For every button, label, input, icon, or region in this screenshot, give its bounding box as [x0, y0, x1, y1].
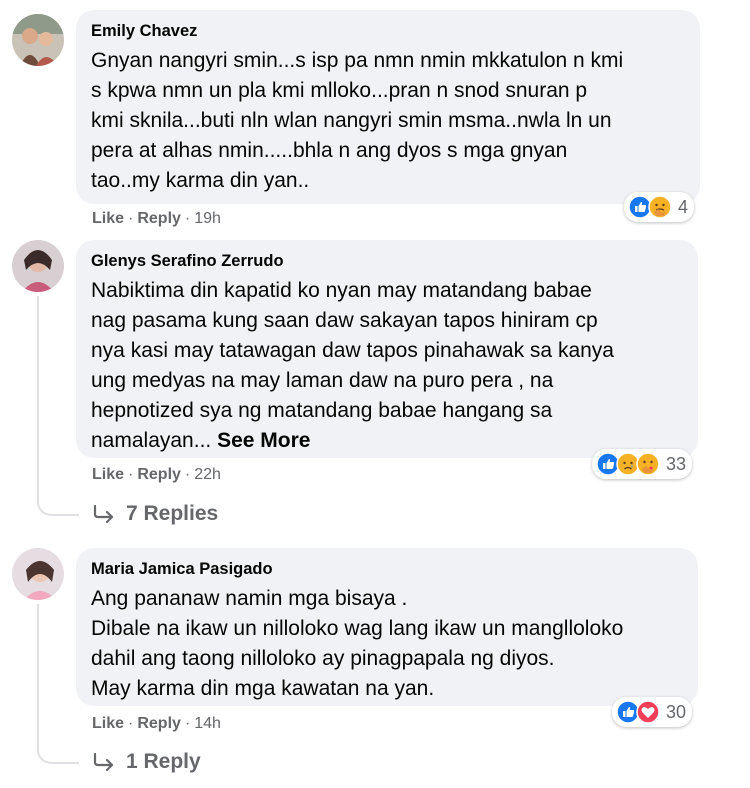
view-replies-button[interactable]: 1 Reply [92, 750, 201, 774]
reply-arrow-icon [93, 752, 114, 772]
avatar[interactable] [12, 240, 64, 292]
reaction-count: 33 [666, 453, 687, 474]
comment-text: Ang pananaw namin mga bisaya . Dibale na… [91, 584, 684, 704]
separator: · [184, 210, 191, 227]
comment-line: nag pasama kung saan daw sakayan tapos h… [91, 309, 598, 332]
timestamp[interactable]: 19h [194, 210, 221, 227]
love-icon [636, 700, 660, 724]
comment-bubble: Emily Chavez Gnyan nangyri smin...s isp … [76, 10, 700, 204]
reply-button[interactable]: Reply [137, 210, 181, 227]
reply-arrow-icon [93, 504, 114, 524]
timestamp[interactable]: 14h [194, 715, 221, 732]
reaction-count: 30 [666, 701, 687, 722]
thread-connector [37, 734, 79, 764]
comment-line: tao..my karma din yan.. [91, 169, 310, 192]
thread-line [37, 296, 39, 486]
reaction-summary[interactable]: 30 [612, 697, 693, 727]
reaction-summary[interactable]: 33 [592, 449, 693, 479]
comment-line: hepnotized sya ng matandang babae hangan… [91, 399, 553, 422]
comment-line: dahil ang taong nilloloko ay pinagpapala… [91, 647, 555, 670]
replies-label: 7 Replies [126, 502, 219, 525]
comment-actions: Like · Reply · 22h [92, 464, 221, 486]
timestamp[interactable]: 22h [194, 466, 221, 483]
separator: · [128, 715, 134, 732]
comment-bubble: Maria Jamica Pasigado Ang pananaw namin … [76, 548, 698, 706]
thread-connector [37, 486, 79, 516]
like-button[interactable]: Like [92, 466, 124, 483]
comment-author[interactable]: Emily Chavez [91, 20, 686, 42]
comment-line: Nabiktima din kapatid ko nyan may matand… [91, 279, 592, 302]
separator: · [128, 210, 134, 227]
reply-button[interactable]: Reply [137, 715, 181, 732]
care-icon [636, 452, 660, 476]
reply-button[interactable]: Reply [137, 466, 181, 483]
view-replies-button[interactable]: 7 Replies [92, 502, 218, 526]
comment-line: ung medyas na may laman daw na puro pera… [91, 369, 554, 392]
separator: · [128, 466, 134, 483]
comment-author[interactable]: Glenys Serafino Zerrudo [91, 250, 684, 272]
care-icon [648, 195, 672, 219]
like-button[interactable]: Like [92, 715, 124, 732]
avatar[interactable] [12, 548, 64, 600]
separator: · [184, 715, 191, 732]
comment-line: Ang pananaw namin mga bisaya . [91, 587, 408, 610]
reaction-summary[interactable]: 4 [624, 192, 695, 222]
reaction-count: 4 [678, 196, 689, 217]
replies-label: 1 Reply [126, 750, 201, 773]
comment-line: nya kasi may tatawagan daw tapos pinahaw… [91, 339, 614, 362]
comment-line: pera at alhas nmin.....bhla n ang dyos s… [91, 139, 568, 162]
comment-line: kmi sknila...buti nln wlan nangyri smin … [91, 109, 612, 132]
comment-line: May karma din mga kawatan na yan. [91, 677, 435, 700]
comment-author[interactable]: Maria Jamica Pasigado [91, 558, 684, 580]
avatar[interactable] [12, 14, 64, 66]
thread-line [37, 604, 39, 734]
separator: · [184, 466, 191, 483]
comment-text: Nabiktima din kapatid ko nyan may matand… [91, 276, 684, 456]
comment-text: Gnyan nangyri smin...s isp pa nmn nmin m… [91, 46, 686, 196]
comment-bubble: Glenys Serafino Zerrudo Nabiktima din ka… [76, 240, 698, 458]
comment-line-text: namalayan... [91, 429, 218, 452]
comment-actions: Like · Reply · 19h [92, 208, 221, 230]
comment-line: Gnyan nangyri smin...s isp pa nmn nmin m… [91, 49, 624, 72]
comment-actions: Like · Reply · 14h [92, 713, 221, 735]
like-button[interactable]: Like [92, 210, 124, 227]
comment-line: s kpwa nmn un pla kmi mlloko...pran n sn… [91, 79, 588, 102]
comment-line: Dibale na ikaw un nilloloko wag lang ika… [91, 617, 624, 640]
see-more-link[interactable]: See More [217, 429, 310, 452]
